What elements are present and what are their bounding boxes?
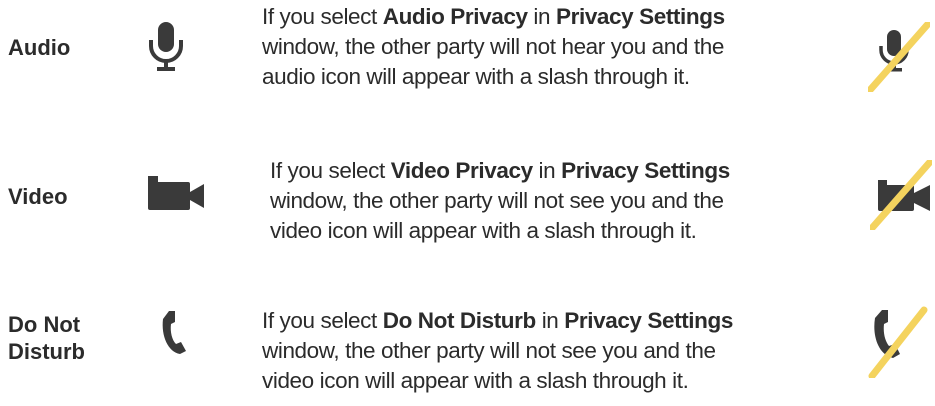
desc-text: in [532,158,562,183]
row-label-do-not-disturb: Do Not Disturb [8,311,85,365]
video-camera-icon [148,176,208,212]
description-line-1: If you select Do Not Disturb in Privacy … [262,306,842,336]
row-description-do-not-disturb: If you select Do Not Disturb in Privacy … [262,306,842,396]
video-camera-slashed-icon [870,160,932,230]
row-description-video: If you select Video Privacy in Privacy S… [270,156,850,246]
microphone-icon [147,22,187,72]
desc-text: If you select [270,158,391,183]
desc-text: in [535,308,565,333]
desc-text: If you select [262,4,383,29]
row-description-audio: If you select Audio Privacy in Privacy S… [262,2,842,92]
audio-privacy-term: Audio Privacy [382,4,528,29]
do-not-disturb-term: Do Not Disturb [382,308,537,333]
row-label-video: Video [8,184,68,209]
privacy-settings-term: Privacy Settings [561,158,730,183]
description-line-3: video icon will appear with a slash thro… [270,218,697,243]
description-line-2: window, the other party will not see you… [262,338,716,363]
description-line-3: audio icon will appear with a slash thro… [262,64,690,89]
description-line-2: window, the other party will not hear yo… [262,34,724,59]
description-line-2: window, the other party will not see you… [270,188,724,213]
microphone-slashed-icon [868,22,930,92]
video-privacy-term: Video Privacy [390,158,533,183]
phone-handset-icon [160,310,188,354]
desc-text: If you select [262,308,383,333]
description-line-3: video icon will appear with a slash thro… [262,368,689,393]
privacy-settings-term: Privacy Settings [556,4,725,29]
row-label-line-2: Disturb [8,339,85,364]
row-label-line-1: Do Not [8,312,81,337]
description-line-1: If you select Video Privacy in Privacy S… [270,156,850,186]
phone-handset-slashed-icon [866,306,928,378]
description-line-1: If you select Audio Privacy in Privacy S… [262,2,842,32]
desc-text: in [527,4,556,29]
privacy-settings-term: Privacy Settings [564,308,733,333]
row-label-audio: Audio [8,35,71,60]
